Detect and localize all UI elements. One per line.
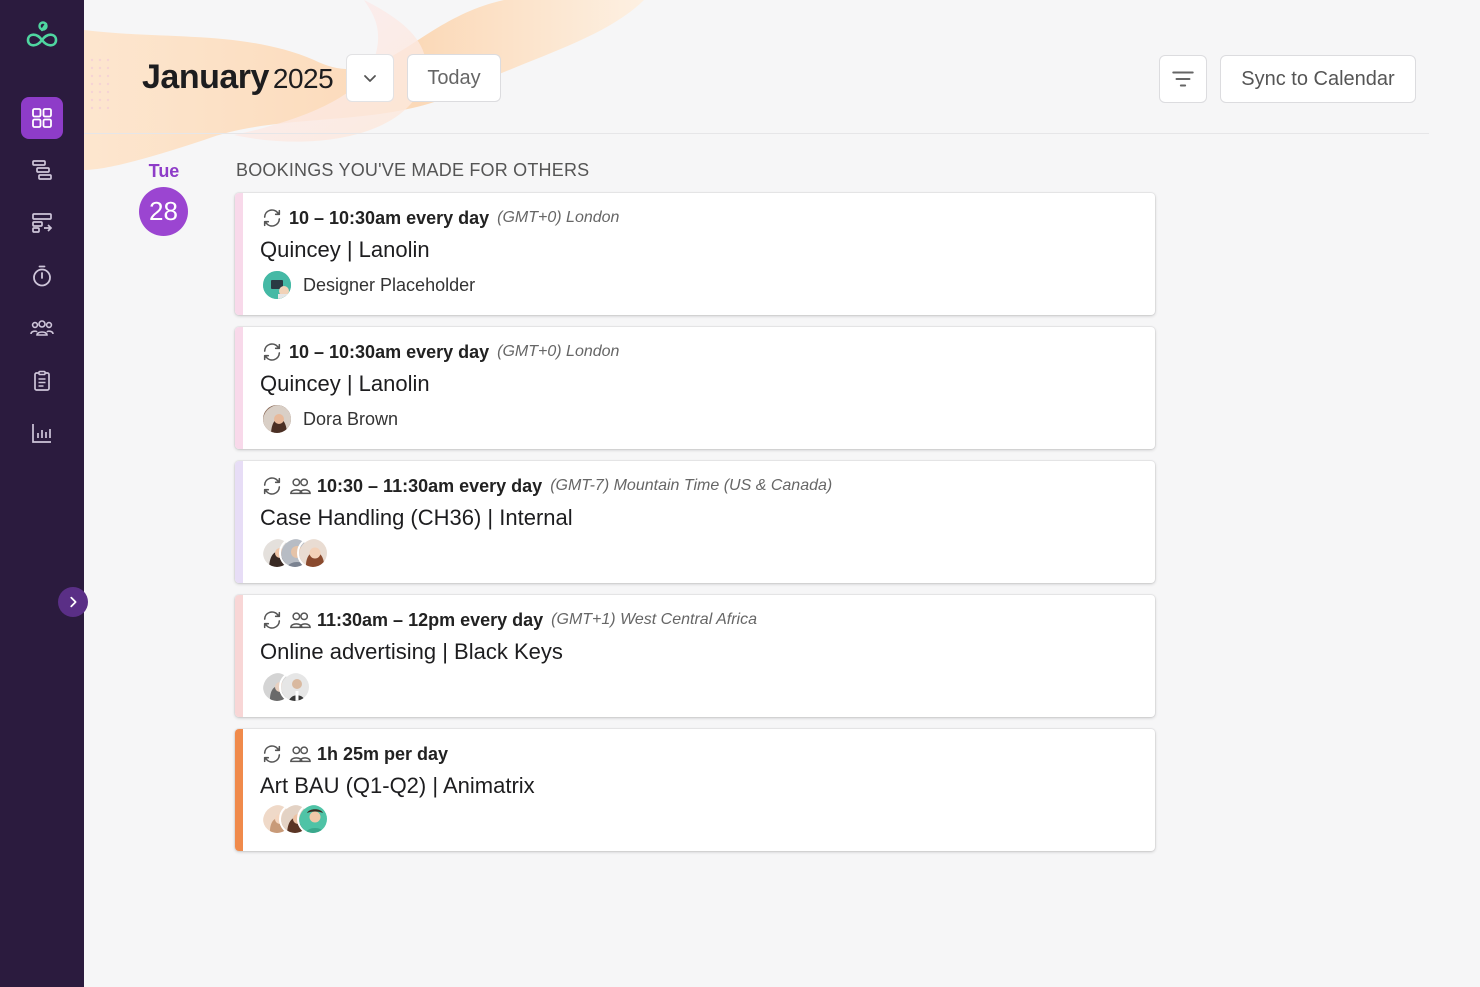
booking-time-row: 10 – 10:30am every day (GMT+0) London [261, 207, 619, 229]
booking-title: Case Handling (CH36) | Internal [260, 505, 573, 530]
header-divider [84, 133, 1429, 134]
sidebar [0, 0, 88, 987]
card-accent [235, 729, 243, 851]
group-icon [290, 612, 311, 629]
avatar [297, 803, 329, 835]
booking-time: 10 – 10:30am every day [289, 207, 490, 228]
nav-tasks[interactable] [21, 360, 63, 402]
booking-card[interactable]: 11:30am – 12pm every day (GMT+1) West Ce… [235, 595, 1155, 717]
timer-icon [33, 265, 51, 287]
booking-people [261, 803, 329, 835]
nav-schedule[interactable] [21, 202, 63, 244]
avatar [297, 537, 329, 569]
avatar [279, 671, 311, 703]
booking-title: Quincey | Lanolin [260, 237, 430, 262]
repeat-icon [263, 611, 281, 629]
people-icon [30, 320, 54, 336]
month-label: January [142, 58, 269, 96]
booking-time-row: 11:30am – 12pm every day (GMT+1) West Ce… [261, 609, 757, 631]
group-icon [290, 478, 311, 495]
booking-time-row: 1h 25m per day [261, 743, 448, 765]
nav-timer[interactable] [21, 255, 63, 297]
card-accent [235, 193, 243, 315]
clipboard-icon [34, 370, 50, 391]
year-label: 2025 [272, 63, 334, 94]
chevron-down-icon [364, 75, 376, 82]
avatar [261, 269, 293, 301]
booking-card[interactable]: 1h 25m per day Art BAU (Q1-Q2) | Animatr… [235, 729, 1155, 851]
booking-time: 10 – 10:30am every day [289, 341, 490, 362]
card-accent [235, 327, 243, 449]
booking-card[interactable]: 10 – 10:30am every day (GMT+0) London Qu… [235, 327, 1155, 449]
booking-card[interactable]: 10 – 10:30am every day (GMT+0) London Qu… [235, 193, 1155, 315]
projects-icon [32, 160, 52, 180]
card-accent [235, 595, 243, 717]
booking-person: Designer Placeholder [261, 269, 475, 301]
avatar-stack [261, 803, 329, 835]
nav-reports[interactable] [21, 412, 63, 454]
month-title: January 2025 [142, 58, 334, 97]
group-icon [290, 746, 311, 763]
sync-to-calendar-button[interactable]: Sync to Calendar [1220, 55, 1416, 103]
booking-time-row: 10:30 – 11:30am every day (GMT-7) Mounta… [261, 475, 832, 497]
filter-icon [1172, 71, 1194, 87]
booking-time: 1h 25m per day [317, 743, 449, 764]
chevron-right-icon [70, 596, 77, 608]
booking-title: Quincey | Lanolin [260, 371, 430, 396]
card-accent [235, 461, 243, 583]
avatar-stack [261, 537, 329, 569]
day-number-badge[interactable]: 28 [139, 187, 188, 236]
booking-people [261, 671, 311, 703]
day-name: Tue [148, 161, 180, 181]
repeat-icon [263, 343, 281, 361]
avatar [261, 403, 293, 435]
booking-title: Online advertising | Black Keys [260, 639, 563, 664]
booking-time: 10:30 – 11:30am every day [317, 475, 543, 496]
section-title: BOOKINGS YOU'VE MADE FOR OTHERS [236, 160, 590, 180]
today-button[interactable]: Today [407, 54, 501, 102]
booking-person: Dora Brown [261, 403, 398, 435]
person-name: Dora Brown [303, 408, 399, 429]
booking-timezone: (GMT+0) London [497, 209, 620, 226]
repeat-icon [263, 209, 281, 227]
booking-timezone: (GMT+1) West Central Africa [551, 611, 757, 628]
booking-card[interactable]: 10:30 – 11:30am every day (GMT-7) Mounta… [235, 461, 1155, 583]
booking-time: 11:30am – 12pm every day [317, 609, 544, 630]
dashboard-icon [32, 108, 52, 128]
booking-people [261, 537, 329, 569]
month-dropdown-button[interactable] [346, 54, 394, 102]
schedule-icon [32, 213, 53, 233]
sidebar-expand-button[interactable] [58, 587, 88, 617]
booking-title: Art BAU (Q1-Q2) | Animatrix [260, 773, 535, 798]
filter-button[interactable] [1159, 55, 1207, 103]
person-name: Designer Placeholder [303, 274, 476, 295]
booking-time-row: 10 – 10:30am every day (GMT+0) London [261, 341, 619, 363]
repeat-icon [263, 477, 281, 495]
nav-people[interactable] [21, 307, 63, 349]
nav-projects[interactable] [21, 149, 63, 191]
booking-timezone: (GMT+0) London [497, 343, 620, 360]
reports-icon [32, 424, 51, 443]
nav-dashboard[interactable] [21, 97, 63, 139]
repeat-icon [263, 745, 281, 763]
avatar-stack [261, 671, 311, 703]
booking-timezone: (GMT-7) Mountain Time (US & Canada) [550, 477, 833, 494]
app-logo-icon[interactable] [22, 16, 62, 56]
